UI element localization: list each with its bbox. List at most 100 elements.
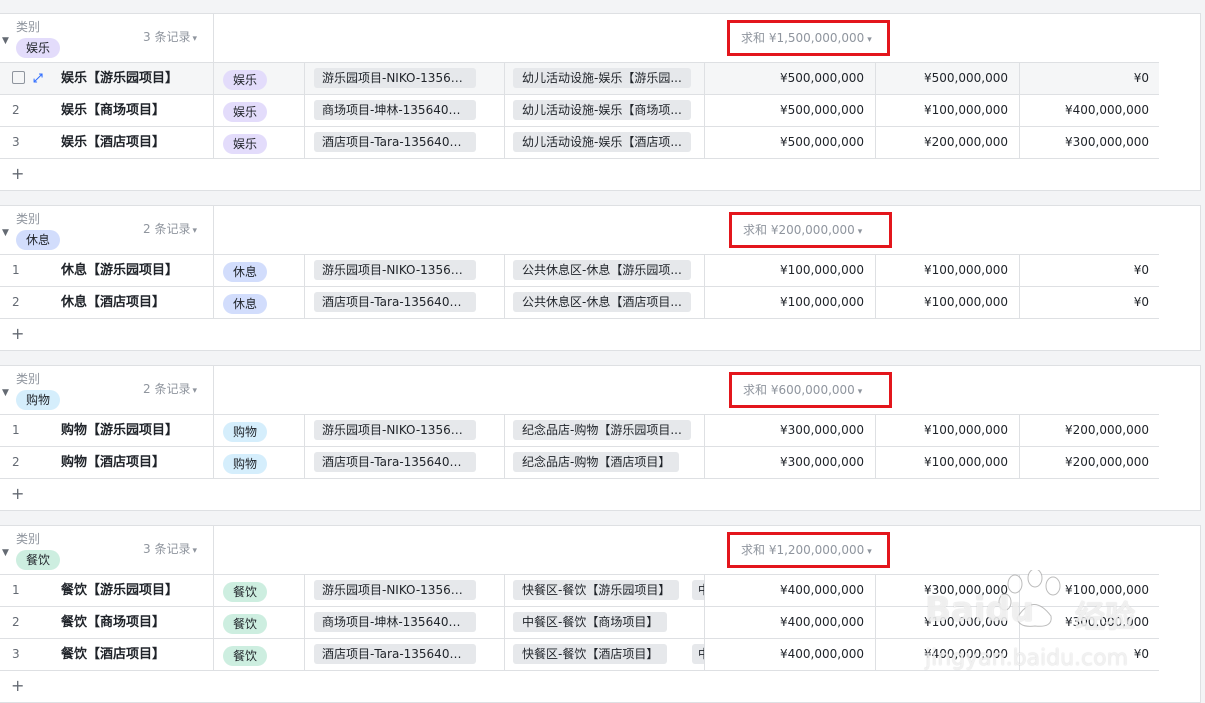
amount-cell[interactable]: ¥400,000,000 <box>705 575 876 606</box>
collapse-caret-icon[interactable]: ▼ <box>2 388 9 398</box>
record-count[interactable]: 2 条记录 ▾ <box>143 380 197 397</box>
facility-link-chip[interactable]: 幼儿活动设施-娱乐【酒店项... <box>513 132 691 152</box>
collapse-caret-icon[interactable]: ▼ <box>2 228 9 238</box>
project-link-chip[interactable]: 酒店项目-Tara-135640115... <box>314 644 476 664</box>
facility-link-chip-overflow[interactable]: 中 <box>692 580 704 600</box>
table-row[interactable]: 3 餐饮【酒店项目】 餐饮 酒店项目-Tara-135640115... 快餐区-餐饮【… <box>0 638 1159 670</box>
category-cell[interactable]: 娱乐 <box>214 127 305 158</box>
amount-cell[interactable]: ¥200,000,000 <box>1020 415 1159 446</box>
table-row[interactable]: 1 购物【游乐园项目】 购物 游乐园项目-NIKO-135640... 纪念品店-购物【… <box>0 414 1159 446</box>
project-link-cell[interactable]: 商场项目-坤林-13564011... <box>305 95 505 126</box>
amount-cell[interactable]: ¥400,000,000 <box>1020 95 1159 126</box>
project-link-chip[interactable]: 酒店项目-Tara-135640115... <box>314 292 476 312</box>
amount-cell[interactable]: ¥300,000,000 <box>1020 607 1159 638</box>
facility-link-chip[interactable]: 纪念品店-购物【酒店项目】 <box>513 452 680 472</box>
table-row[interactable]: 2 娱乐【商场项目】 娱乐 商场项目-坤林-13564011... 幼儿活动设施-娱乐【… <box>0 94 1159 126</box>
amount-cell[interactable]: ¥200,000,000 <box>1020 447 1159 478</box>
table-row[interactable]: 1 休息【游乐园项目】 休息 游乐园项目-NIKO-135640... 公共休息区-休息… <box>0 254 1159 286</box>
add-row-button[interactable]: + <box>0 670 1159 702</box>
category-cell[interactable]: 餐饮 <box>214 607 305 638</box>
add-row-button[interactable]: + <box>0 158 1159 190</box>
record-name[interactable]: 休息【酒店项目】 <box>50 287 214 318</box>
record-name[interactable]: 餐饮【商场项目】 <box>50 607 214 638</box>
amount-cell[interactable]: ¥100,000,000 <box>876 447 1020 478</box>
facility-link-cell[interactable]: 幼儿活动设施-娱乐【游乐园... <box>505 63 705 94</box>
project-link-chip[interactable]: 商场项目-坤林-13564011... <box>314 612 476 632</box>
amount-cell[interactable]: ¥300,000,000 <box>705 415 876 446</box>
amount-cell[interactable]: ¥0 <box>1020 639 1159 670</box>
project-link-cell[interactable]: 酒店项目-Tara-135640115... <box>305 639 505 670</box>
record-name[interactable]: 餐饮【游乐园项目】 <box>50 575 214 606</box>
amount-cell[interactable]: ¥300,000,000 <box>876 575 1020 606</box>
amount-cell[interactable]: ¥0 <box>1020 63 1159 94</box>
facility-link-chip[interactable]: 公共休息区-休息【酒店项目... <box>513 292 691 312</box>
project-link-cell[interactable]: 酒店项目-Tara-135640115... <box>305 287 505 318</box>
collapse-caret-icon[interactable]: ▼ <box>2 548 9 558</box>
amount-cell[interactable]: ¥400,000,000 <box>876 639 1020 670</box>
facility-link-chip[interactable]: 快餐区-餐饮【酒店项目】 <box>513 644 668 664</box>
project-link-chip[interactable]: 游乐园项目-NIKO-135640... <box>314 580 476 600</box>
project-link-cell[interactable]: 酒店项目-Tara-135640115... <box>305 447 505 478</box>
amount-cell[interactable]: ¥100,000,000 <box>876 287 1020 318</box>
project-link-chip[interactable]: 酒店项目-Tara-135640115... <box>314 132 476 152</box>
table-row[interactable]: 2 休息【酒店项目】 休息 酒店项目-Tara-135640115... 公共休息区-休… <box>0 286 1159 318</box>
expand-record-icon[interactable]: ⤢ <box>33 63 43 94</box>
facility-link-chip[interactable]: 公共休息区-休息【游乐园项... <box>513 260 691 280</box>
record-name[interactable]: 娱乐【商场项目】 <box>50 95 214 126</box>
facility-link-chip[interactable]: 中餐区-餐饮【商场项目】 <box>513 612 668 632</box>
record-name[interactable]: 购物【游乐园项目】 <box>50 415 214 446</box>
amount-cell[interactable]: ¥500,000,000 <box>705 63 876 94</box>
table-row[interactable]: 2 购物【酒店项目】 购物 酒店项目-Tara-135640115... 纪念品店-购物… <box>0 446 1159 478</box>
table-row[interactable]: 3 娱乐【酒店项目】 娱乐 酒店项目-Tara-135640115... 幼儿活动设施-… <box>0 126 1159 158</box>
amount-cell[interactable]: ¥500,000,000 <box>876 63 1020 94</box>
category-cell[interactable]: 休息 <box>214 255 305 286</box>
facility-link-chip[interactable]: 幼儿活动设施-娱乐【游乐园... <box>513 68 691 88</box>
record-name[interactable]: 餐饮【酒店项目】 <box>50 639 214 670</box>
amount-cell[interactable]: ¥100,000,000 <box>876 255 1020 286</box>
project-link-cell[interactable]: 酒店项目-Tara-135640115... <box>305 127 505 158</box>
amount-cell[interactable]: ¥100,000,000 <box>705 255 876 286</box>
amount-cell[interactable]: ¥100,000,000 <box>1020 575 1159 606</box>
project-link-chip[interactable]: 游乐园项目-NIKO-135640... <box>314 260 476 280</box>
record-count[interactable]: 3 条记录 ▾ <box>143 540 197 557</box>
project-link-cell[interactable]: 游乐园项目-NIKO-135640... <box>305 415 505 446</box>
sum-summary[interactable]: 求和 ¥1,200,000,000 ▾ <box>727 532 890 568</box>
facility-link-cell[interactable]: 纪念品店-购物【游乐园项目... <box>505 415 705 446</box>
project-link-chip[interactable]: 商场项目-坤林-13564011... <box>314 100 476 120</box>
amount-cell[interactable]: ¥400,000,000 <box>705 639 876 670</box>
amount-cell[interactable]: ¥100,000,000 <box>705 287 876 318</box>
project-link-chip[interactable]: 游乐园项目-NIKO-135640... <box>314 68 476 88</box>
project-link-chip[interactable]: 游乐园项目-NIKO-135640... <box>314 420 476 440</box>
amount-cell[interactable]: ¥100,000,000 <box>876 607 1020 638</box>
record-name[interactable]: 娱乐【游乐园项目】 <box>50 63 214 94</box>
facility-link-cell[interactable]: 幼儿活动设施-娱乐【商场项... <box>505 95 705 126</box>
amount-cell[interactable]: ¥400,000,000 <box>705 607 876 638</box>
category-cell[interactable]: 购物 <box>214 415 305 446</box>
project-link-cell[interactable]: 商场项目-坤林-13564011... <box>305 607 505 638</box>
category-cell[interactable]: 娱乐 <box>214 63 305 94</box>
amount-cell[interactable]: ¥0 <box>1020 287 1159 318</box>
record-count[interactable]: 2 条记录 ▾ <box>143 220 197 237</box>
facility-link-cell[interactable]: 快餐区-餐饮【酒店项目】 中餐 <box>505 639 705 670</box>
add-row-button[interactable]: + <box>0 318 1159 350</box>
amount-cell[interactable]: ¥300,000,000 <box>1020 127 1159 158</box>
amount-cell[interactable]: ¥300,000,000 <box>705 447 876 478</box>
record-name[interactable]: 购物【酒店项目】 <box>50 447 214 478</box>
amount-cell[interactable]: ¥0 <box>1020 255 1159 286</box>
facility-link-cell[interactable]: 中餐区-餐饮【商场项目】 <box>505 607 705 638</box>
category-cell[interactable]: 餐饮 <box>214 639 305 670</box>
add-row-button[interactable]: + <box>0 478 1159 510</box>
amount-cell[interactable]: ¥100,000,000 <box>876 415 1020 446</box>
facility-link-chip[interactable]: 快餐区-餐饮【游乐园项目】 <box>513 580 680 600</box>
record-count[interactable]: 3 条记录 ▾ <box>143 28 197 45</box>
amount-cell[interactable]: ¥200,000,000 <box>876 127 1020 158</box>
category-cell[interactable]: 购物 <box>214 447 305 478</box>
project-link-cell[interactable]: 游乐园项目-NIKO-135640... <box>305 63 505 94</box>
category-cell[interactable]: 娱乐 <box>214 95 305 126</box>
record-name[interactable]: 休息【游乐园项目】 <box>50 255 214 286</box>
amount-cell[interactable]: ¥100,000,000 <box>876 95 1020 126</box>
facility-link-chip[interactable]: 纪念品店-购物【游乐园项目... <box>513 420 691 440</box>
sum-summary[interactable]: 求和 ¥1,500,000,000 ▾ <box>727 20 890 56</box>
facility-link-chip[interactable]: 幼儿活动设施-娱乐【商场项... <box>513 100 691 120</box>
table-row[interactable]: 2 餐饮【商场项目】 餐饮 商场项目-坤林-13564011... 中餐区-餐饮【商场项… <box>0 606 1159 638</box>
